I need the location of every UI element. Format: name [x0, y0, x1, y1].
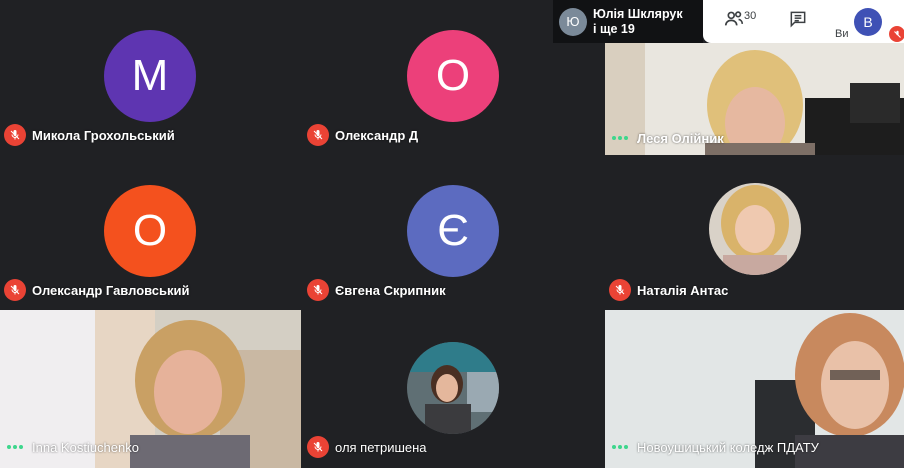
participant-name: Микола Грохольський	[32, 127, 175, 143]
self-label: Ви	[835, 28, 849, 40]
participant-name: Олександр Гавловський	[32, 282, 190, 298]
mic-off-icon	[307, 124, 329, 146]
speaking-indicator-icon	[609, 127, 631, 149]
speaking-indicator-icon	[609, 436, 631, 458]
participant-tile[interactable]: Є Євгена Скрипник	[303, 155, 602, 307]
participant-name: Новоушицький коледж ПДАТУ	[637, 439, 819, 455]
avatar: О	[104, 185, 196, 277]
avatar: О	[407, 30, 499, 122]
mic-off-icon	[307, 436, 329, 458]
participant-tile[interactable]: О Олександр Гавловський	[0, 155, 299, 307]
mic-off-icon	[307, 279, 329, 301]
avatar-photo	[709, 183, 801, 275]
participant-name: Олександр Д	[335, 127, 419, 143]
participant-name: Леся Олійник	[637, 130, 724, 146]
people-icon	[723, 8, 745, 35]
participants-count: 30	[744, 10, 757, 22]
participant-name: Наталія Антас	[637, 282, 729, 298]
participant-name: Inna Kostiuchenko	[32, 439, 139, 455]
participant-video-tile[interactable]: Inna Kostiuchenko	[0, 310, 301, 468]
chat-button[interactable]	[783, 6, 813, 36]
mic-off-icon	[4, 124, 26, 146]
presenter-others: і ще 19	[593, 21, 635, 36]
speaking-indicator-icon	[4, 436, 26, 458]
self-avatar[interactable]: B	[854, 8, 882, 36]
mic-off-icon	[889, 26, 904, 42]
avatar: Є	[407, 185, 499, 277]
participant-name: оля петришена	[335, 439, 427, 455]
participant-tile[interactable]: М Микола Грохольський	[0, 0, 299, 152]
top-toolbar: 30 B Ви	[703, 0, 904, 43]
avatar: М	[104, 30, 196, 122]
mic-off-icon	[4, 279, 26, 301]
presenter-avatar: Ю	[559, 7, 587, 36]
chat-icon	[788, 9, 808, 34]
presenter-name: Юлія Шклярук	[593, 6, 683, 21]
presenter-chip[interactable]: Ю Юлія Шклярук і ще 19	[553, 0, 703, 43]
participant-tile[interactable]: оля петришена	[303, 310, 602, 468]
participant-tile[interactable]: Наталія Антас	[605, 155, 904, 307]
participant-name: Євгена Скрипник	[335, 282, 446, 298]
participant-video-tile[interactable]: Новоушицький коледж ПДАТУ	[605, 310, 904, 468]
avatar-photo	[407, 342, 499, 434]
participant-video-tile[interactable]: Леся Олійник	[605, 43, 904, 155]
mic-off-icon	[609, 279, 631, 301]
